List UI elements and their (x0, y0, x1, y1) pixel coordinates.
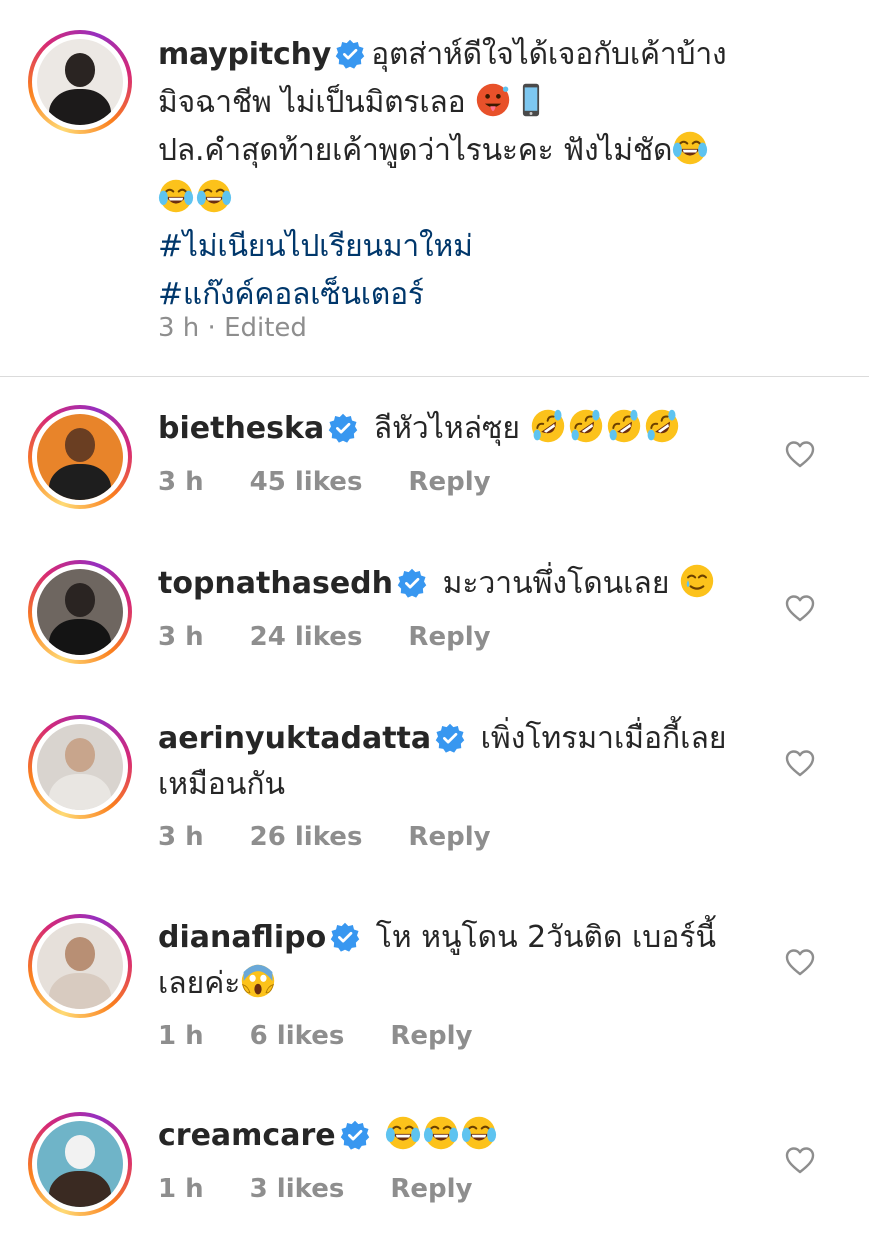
heart-icon[interactable] (785, 948, 815, 976)
rolling-laughing-emoji-icon (644, 408, 680, 444)
comment-meta: 1 h 3 likes Reply (158, 1174, 518, 1204)
avatar-dianaflipo[interactable] (28, 914, 132, 1018)
verified-badge-icon (435, 723, 465, 753)
heart-icon[interactable] (785, 749, 815, 777)
comment-body: เพิ่งโทรมาเมื่อกี้เลย (480, 721, 727, 756)
caption-line-3: ปล.คำสุดท้ายเค้าพูดว่าไรนะคะ ฟังไม่ชัด (158, 133, 673, 168)
heart-icon[interactable] (785, 594, 815, 622)
laughing-emoji-icon (461, 1115, 497, 1151)
comment-body: โห หนูโดน 2วันติด เบอร์นี้ (375, 920, 716, 955)
verified-badge-icon (328, 413, 358, 443)
laughing-emoji-icon (672, 130, 708, 166)
comment-text: topnathasedh มะวานพึ่งโดนเลย (158, 561, 758, 607)
comment-time: 3 h (158, 467, 204, 497)
likes-count[interactable]: 26 likes (250, 822, 363, 852)
hot-face-emoji-icon (475, 82, 511, 118)
comment-text: dianaflipo โห หนูโดน 2วันติด เบอร์นี้ เล… (158, 915, 758, 1007)
comment-username[interactable]: dianaflipo (158, 920, 326, 955)
hashtag-link[interactable]: #ไม่เนียนไปเรียนมาใหม่ (158, 223, 798, 271)
reply-button[interactable]: Reply (408, 467, 490, 497)
avatar-maypitchy[interactable] (28, 30, 132, 134)
verified-badge-icon (335, 39, 365, 69)
avatar-aerinyuktadatta[interactable] (28, 715, 132, 819)
comment-meta: 3 h 45 likes Reply (158, 467, 537, 497)
comment-text: aerinyuktadatta เพิ่งโทรมาเมื่อกี้เลย เห… (158, 716, 758, 808)
likes-count[interactable]: 3 likes (250, 1174, 345, 1204)
comment-time: 1 h (158, 1021, 204, 1051)
likes-count[interactable]: 45 likes (250, 467, 363, 497)
reply-button[interactable]: Reply (408, 622, 490, 652)
heart-icon[interactable] (785, 1146, 815, 1174)
likes-count[interactable]: 24 likes (250, 622, 363, 652)
comment-body-cont: เลยค่ะ (158, 966, 241, 1001)
comment-username[interactable]: aerinyuktadatta (158, 721, 431, 756)
post-caption: maypitchy อุตส่าห์ดีใจได้เจอกับเค้าบ้าง ม… (158, 31, 798, 319)
comment-text: creamcare (158, 1113, 758, 1159)
rolling-laughing-emoji-icon (530, 408, 566, 444)
comment-meta: 3 h 24 likes Reply (158, 622, 537, 652)
divider (0, 376, 869, 377)
caption-line-2: มิจฉาชีพ ไม่เป็นมิตรเลอ (158, 85, 466, 120)
laughing-emoji-icon (423, 1115, 459, 1151)
verified-badge-icon (340, 1120, 370, 1150)
comment-time: 1 h (158, 1174, 204, 1204)
verified-badge-icon (330, 922, 360, 952)
reply-button[interactable]: Reply (408, 822, 490, 852)
comment-time: 3 h (158, 822, 204, 852)
avatar-creamcare[interactable] (28, 1112, 132, 1216)
comment-time: 3 h (158, 622, 204, 652)
hashtag-link[interactable]: #แก๊งค์คอลเซ็นเตอร์ (158, 271, 798, 319)
post-meta: 3 h · Edited (158, 313, 353, 343)
verified-badge-icon (397, 568, 427, 598)
mobile-phone-emoji-icon (513, 82, 549, 118)
heart-icon[interactable] (785, 440, 815, 468)
comment-username[interactable]: bietheska (158, 411, 324, 446)
laughing-emoji-icon (385, 1115, 421, 1151)
comment-meta: 1 h 6 likes Reply (158, 1021, 518, 1051)
reply-button[interactable]: Reply (390, 1021, 472, 1051)
comment-text: bietheska ลีหัวไหล่ซุย (158, 406, 758, 452)
comment-username[interactable]: topnathasedh (158, 566, 393, 601)
comment-body: ลีหัวไหล่ซุย (373, 411, 520, 446)
post-username[interactable]: maypitchy (158, 37, 331, 72)
reply-button[interactable]: Reply (390, 1174, 472, 1204)
screaming-emoji-icon (240, 963, 276, 999)
smiling-tear-emoji-icon (679, 563, 715, 599)
comment-username[interactable]: creamcare (158, 1118, 336, 1153)
comment-body: มะวานพึ่งโดนเลย (442, 566, 670, 601)
caption-line-1: อุตส่าห์ดีใจได้เจอกับเค้าบ้าง (371, 37, 727, 72)
post-time-edited: 3 h · Edited (158, 313, 307, 343)
rolling-laughing-emoji-icon (606, 408, 642, 444)
rolling-laughing-emoji-icon (568, 408, 604, 444)
laughing-emoji-icon (196, 178, 232, 214)
laughing-emoji-icon (158, 178, 194, 214)
comment-meta: 3 h 26 likes Reply (158, 822, 537, 852)
comment-body-cont: เหมือนกัน (158, 767, 286, 802)
avatar-bietheska[interactable] (28, 405, 132, 509)
likes-count[interactable]: 6 likes (250, 1021, 345, 1051)
avatar-topnathasedh[interactable] (28, 560, 132, 664)
